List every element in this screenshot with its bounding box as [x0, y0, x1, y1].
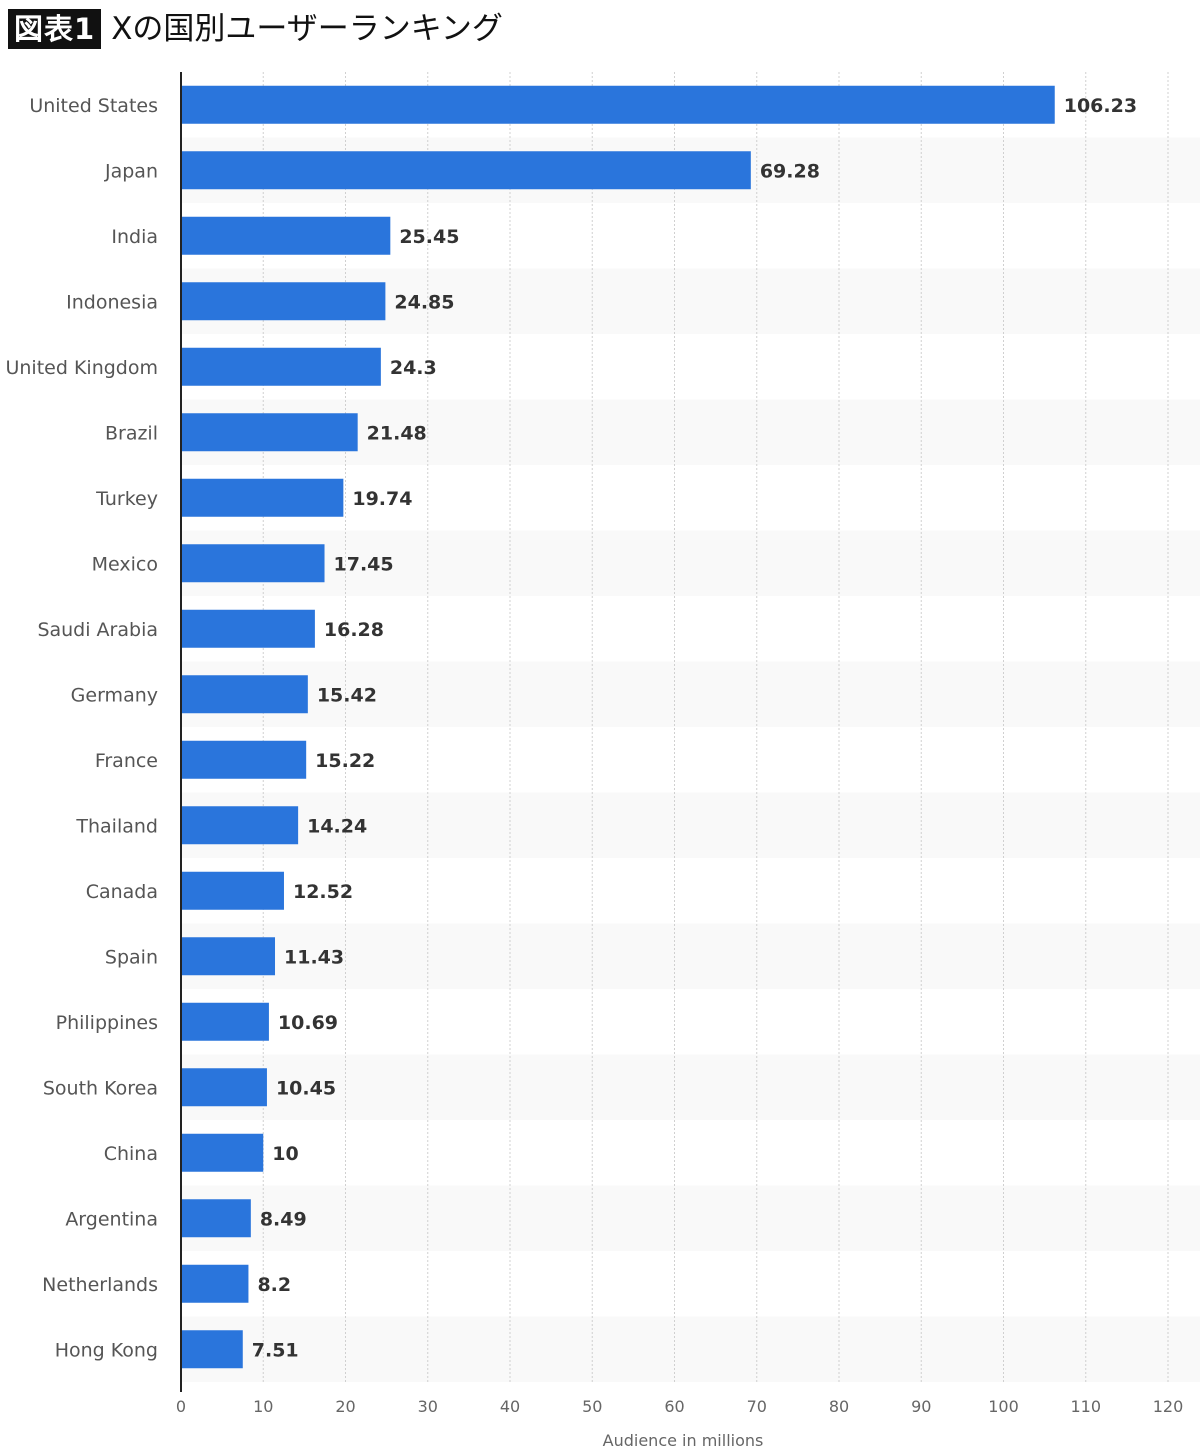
- bar: [182, 151, 751, 190]
- bar: [182, 1264, 249, 1303]
- value-label: 11.43: [284, 946, 344, 968]
- category-label: Brazil: [105, 422, 158, 444]
- category-label: India: [111, 226, 158, 248]
- bar: [182, 1133, 264, 1172]
- value-label: 19.74: [352, 488, 412, 510]
- bar: [182, 1330, 243, 1369]
- category-label: United Kingdom: [5, 357, 158, 379]
- value-label: 8.2: [257, 1274, 291, 1296]
- value-label: 25.45: [399, 226, 459, 248]
- category-label: Saudi Arabia: [37, 619, 158, 641]
- bar: [182, 937, 276, 976]
- x-tick-label: 110: [1070, 1397, 1101, 1416]
- bar: [182, 85, 1055, 124]
- x-tick-label: 50: [582, 1397, 602, 1416]
- value-label: 10.69: [278, 1012, 338, 1034]
- value-label: 14.24: [307, 815, 367, 837]
- bar: [182, 871, 284, 910]
- category-label: Japan: [104, 160, 158, 182]
- value-label: 10.45: [276, 1077, 336, 1099]
- category-label: Turkey: [95, 488, 158, 510]
- bar: [182, 740, 307, 779]
- bar: [182, 544, 325, 583]
- value-label: 16.28: [324, 619, 384, 641]
- value-label: 12.52: [293, 881, 353, 903]
- bar: [182, 1068, 267, 1107]
- x-tick-label: 120: [1153, 1397, 1184, 1416]
- x-tick-label: 20: [335, 1397, 355, 1416]
- category-label: Netherlands: [42, 1274, 158, 1296]
- x-tick-label: 80: [829, 1397, 849, 1416]
- category-label: Hong Kong: [55, 1339, 158, 1361]
- x-tick-label: 30: [418, 1397, 438, 1416]
- category-label: France: [95, 750, 158, 772]
- category-label: Indonesia: [66, 291, 158, 313]
- row-band: [181, 1316, 1200, 1382]
- value-label: 15.42: [317, 684, 377, 706]
- x-tick-label: 70: [747, 1397, 767, 1416]
- category-label: China: [104, 1143, 158, 1165]
- x-tick-label: 90: [911, 1397, 931, 1416]
- bar: [182, 1199, 251, 1238]
- bar: [182, 478, 344, 517]
- value-label: 21.48: [367, 422, 427, 444]
- category-label: Spain: [105, 946, 158, 968]
- value-label: 17.45: [334, 553, 394, 575]
- bar: [182, 216, 391, 255]
- bar: [182, 806, 299, 845]
- x-axis-title: Audience in millions: [603, 1431, 764, 1450]
- bar: [182, 675, 308, 714]
- x-tick-labels: 0 10 20 30 40 50 60 70 80 90 100 110 120: [176, 1397, 1183, 1416]
- category-label: United States: [29, 95, 158, 117]
- category-labels: United States Japan India Indonesia United K…: [5, 95, 158, 1362]
- bar: [182, 282, 386, 321]
- category-label: South Korea: [43, 1077, 158, 1099]
- category-label: Canada: [86, 881, 158, 903]
- value-label: 8.49: [260, 1208, 307, 1230]
- category-label: Thailand: [75, 815, 158, 837]
- x-tick-label: 10: [253, 1397, 273, 1416]
- value-label: 10: [272, 1143, 298, 1165]
- x-tick-label: 0: [176, 1397, 186, 1416]
- bar: [182, 413, 358, 452]
- category-label: Mexico: [92, 553, 158, 575]
- category-label: Philippines: [56, 1012, 158, 1034]
- bar: [182, 1002, 269, 1041]
- category-label: Argentina: [65, 1208, 158, 1230]
- category-label: Germany: [71, 684, 158, 706]
- value-label: 69.28: [760, 160, 820, 182]
- bar: [182, 609, 315, 648]
- x-tick-label: 60: [664, 1397, 684, 1416]
- bar: [182, 347, 381, 386]
- value-label: 15.22: [315, 750, 375, 772]
- bar-chart: United States Japan India Indonesia United K…: [5, 72, 1200, 1450]
- value-label: 7.51: [252, 1339, 299, 1361]
- value-label: 24.3: [390, 357, 437, 379]
- value-label: 24.85: [394, 291, 454, 313]
- row-band: [181, 1185, 1200, 1251]
- x-tick-label: 100: [988, 1397, 1019, 1416]
- x-tick-label: 40: [500, 1397, 520, 1416]
- value-label: 106.23: [1064, 95, 1137, 117]
